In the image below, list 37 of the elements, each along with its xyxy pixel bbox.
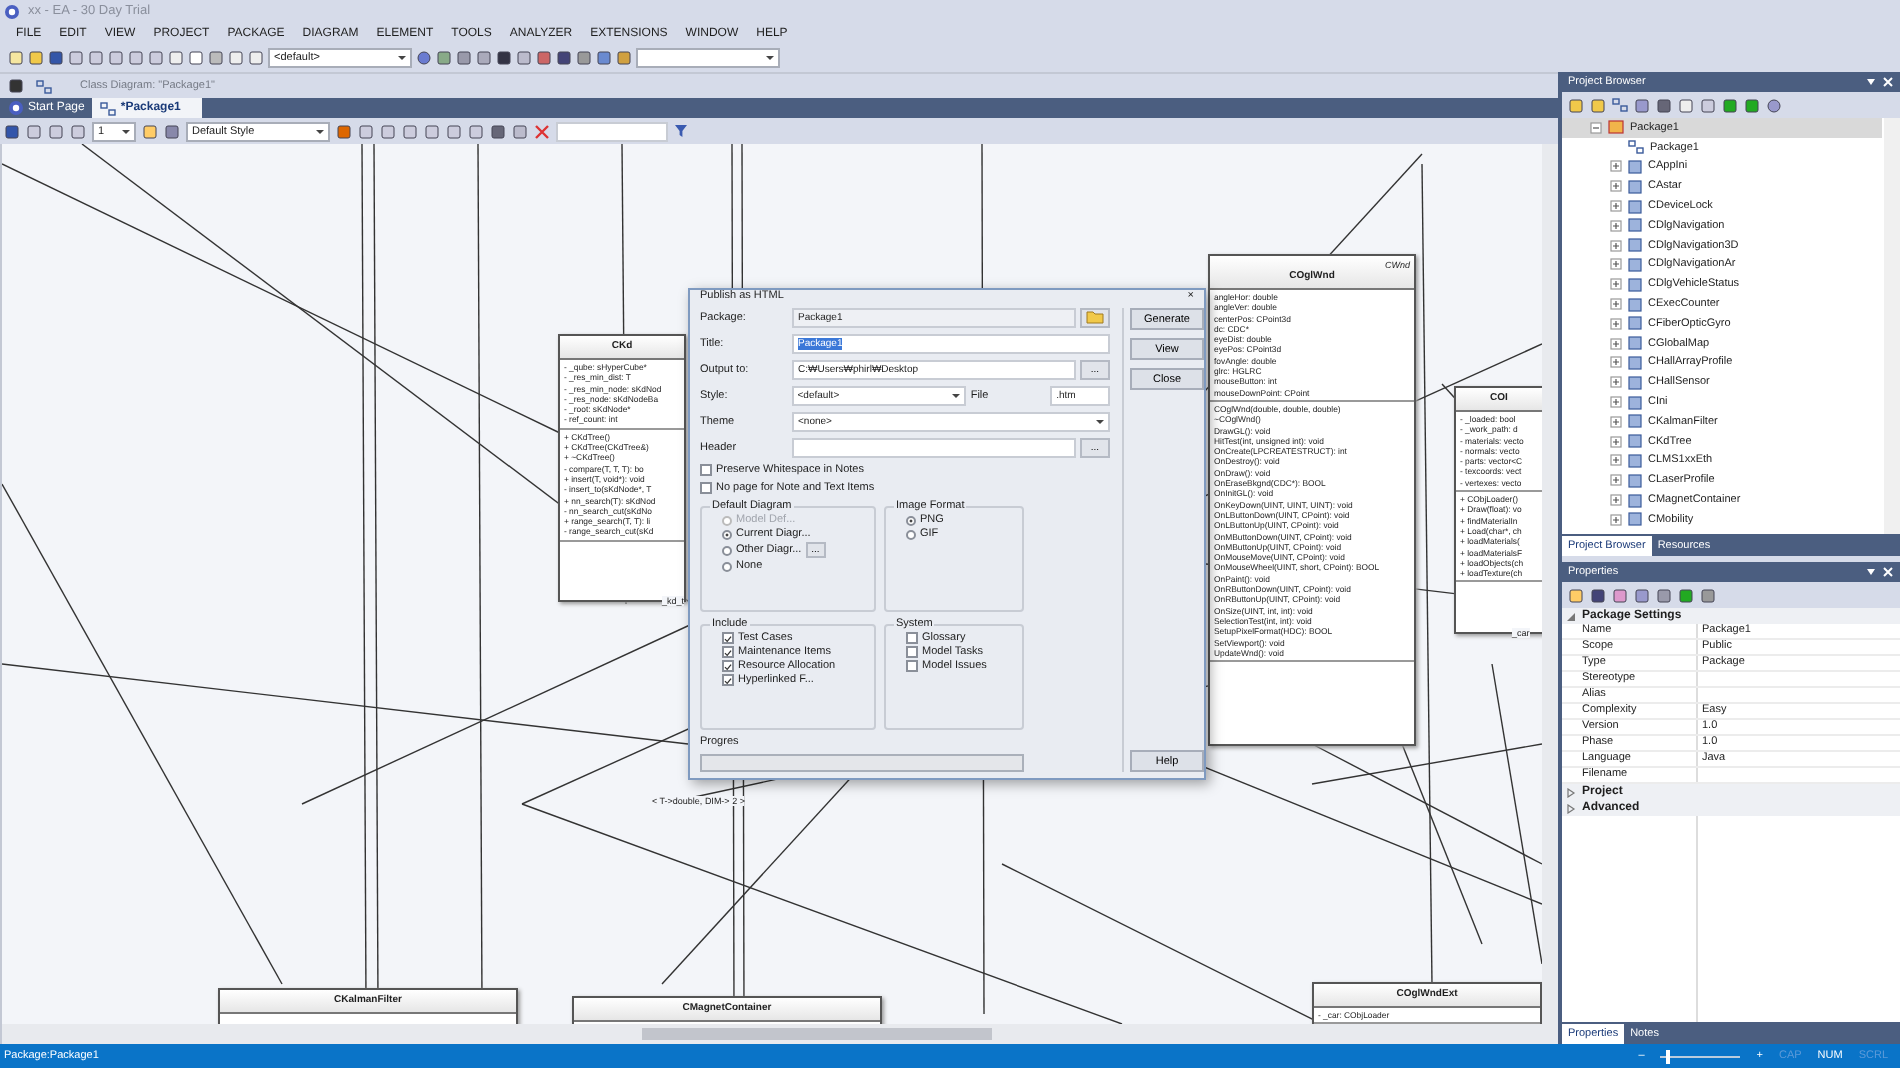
package-icon	[1608, 120, 1624, 135]
diagram-icon	[1612, 98, 1628, 112]
logo-icon	[8, 100, 24, 116]
filter-icon[interactable]	[674, 124, 688, 138]
collapse-icon[interactable]	[1590, 121, 1602, 134]
expand-icon[interactable]	[1610, 513, 1622, 526]
diagram-icon	[36, 79, 52, 93]
expand-icon[interactable]	[1610, 219, 1622, 232]
expand-icon[interactable]	[1610, 239, 1622, 252]
panel-controls-icon[interactable]	[1866, 76, 1894, 88]
diagram-icon	[100, 101, 117, 115]
expand-icon[interactable]	[1610, 494, 1622, 507]
expand-icon[interactable]	[1610, 376, 1622, 389]
expand-icon[interactable]	[1610, 337, 1622, 350]
filter-field[interactable]	[556, 121, 668, 141]
expand-icon[interactable]	[1610, 258, 1622, 271]
expand-icon[interactable]	[1610, 160, 1622, 173]
horizontal-scrollbar[interactable]	[2, 1024, 1558, 1044]
toolbar-dropdown[interactable]	[636, 48, 780, 68]
expand-icon[interactable]	[1610, 454, 1622, 467]
expand-icon[interactable]	[1610, 415, 1622, 428]
expand-icon[interactable]	[1610, 474, 1622, 487]
vertical-scrollbar[interactable]	[1884, 118, 1900, 534]
expand-icon[interactable]	[1610, 356, 1622, 369]
expand-icon[interactable]	[1610, 396, 1622, 409]
expand-icon[interactable]	[1610, 317, 1622, 330]
logo-icon	[4, 3, 20, 19]
expand-icon[interactable]	[1610, 435, 1622, 448]
delete-icon[interactable]	[534, 123, 550, 139]
expand-icon[interactable]	[1610, 180, 1622, 193]
expand-icon[interactable]	[1610, 278, 1622, 291]
header-image-field[interactable]	[792, 438, 1076, 458]
expand-icon[interactable]	[1610, 200, 1622, 213]
vertical-scrollbar[interactable]	[1542, 144, 1558, 1024]
panel-controls-icon[interactable]	[1866, 566, 1894, 578]
expand-icon[interactable]	[1610, 298, 1622, 311]
diagram-icon	[1628, 140, 1644, 155]
